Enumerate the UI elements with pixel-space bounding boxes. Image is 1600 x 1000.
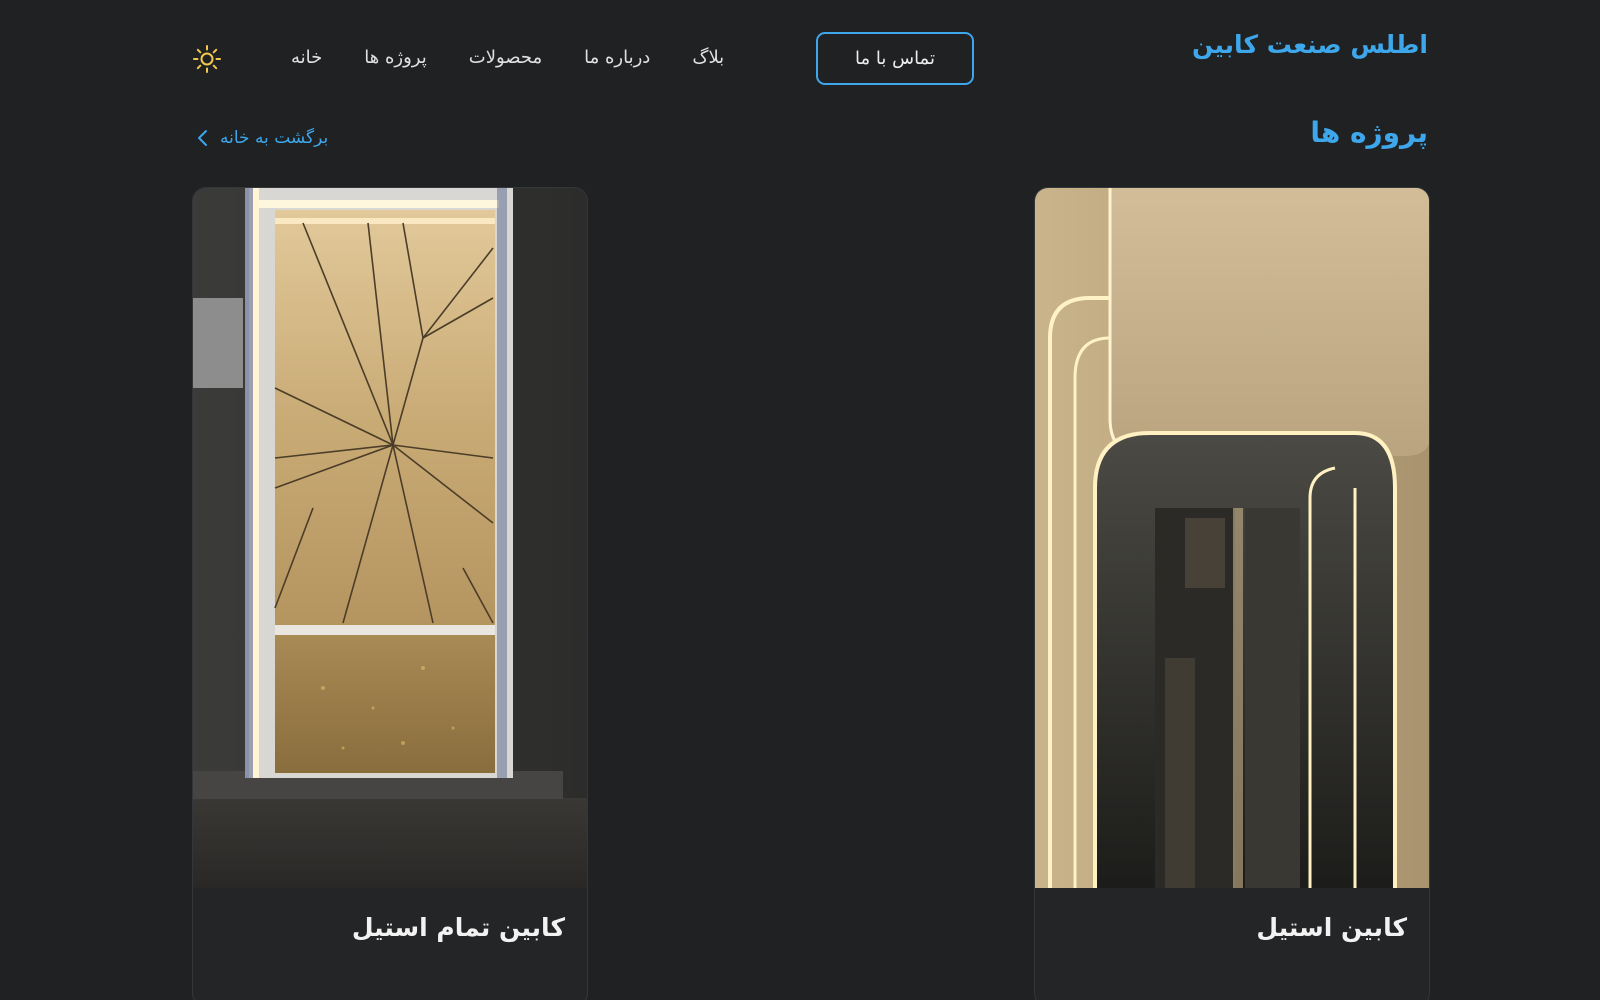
site-header: اطلس صنعت کابین تماس با ما خانه پروژه ها… (0, 0, 1600, 110)
project-card[interactable]: کابین استیل (1034, 187, 1430, 1000)
contact-button[interactable]: تماس با ما (816, 32, 974, 85)
page-title: پروژه ها (1310, 116, 1428, 149)
nav-item-blog[interactable]: بلاگ (671, 47, 745, 68)
nav-item-about[interactable]: درباره ما (563, 47, 671, 68)
nav-item-projects[interactable]: پروژه ها (343, 47, 447, 68)
page: اطلس صنعت کابین تماس با ما خانه پروژه ها… (0, 0, 1600, 1000)
brand-logo-text[interactable]: اطلس صنعت کابین (1192, 30, 1428, 59)
theme-toggle-button[interactable] (190, 42, 224, 76)
sun-icon (193, 45, 221, 73)
chevron-left-icon (198, 130, 207, 146)
back-to-home-link[interactable]: برگشت به خانه (196, 124, 328, 152)
project-image (1035, 188, 1429, 888)
project-image (193, 188, 587, 888)
project-title: کابین تمام استیل (351, 913, 565, 942)
project-card[interactable]: کابین تمام استیل (192, 187, 588, 1000)
back-link-label: برگشت به خانه (220, 128, 329, 148)
project-title: کابین استیل (1256, 913, 1407, 942)
nav-item-products[interactable]: محصولات (448, 47, 563, 68)
nav-item-home[interactable]: خانه (270, 47, 343, 68)
main-nav: خانه پروژه ها محصولات درباره ما بلاگ (270, 40, 770, 74)
